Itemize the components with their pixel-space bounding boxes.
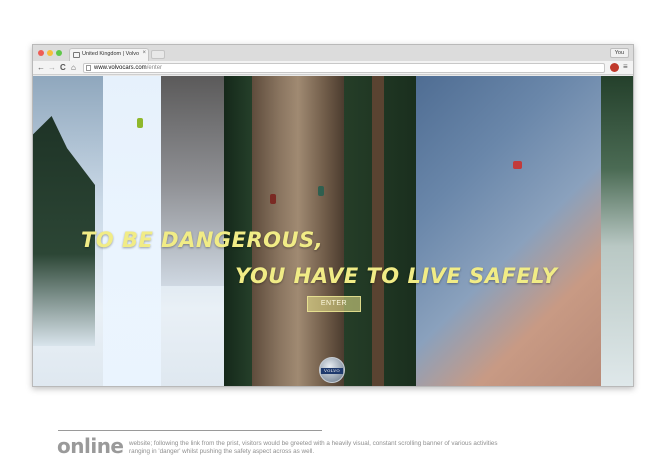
tree-climber-right <box>318 186 324 196</box>
caption-divider <box>58 430 322 431</box>
url-text: www.volvocars.com/enter <box>94 65 162 71</box>
ice-climber <box>137 118 143 128</box>
minimize-window-button[interactable] <box>47 50 53 56</box>
logo-text: VOLVO <box>324 368 340 373</box>
favicon-icon <box>73 52 80 58</box>
caption-label: online <box>57 434 124 458</box>
tree-trunk <box>372 76 384 386</box>
tab-title: United Kingdom | Volvo Ca <box>82 51 140 57</box>
page-icon <box>86 65 91 71</box>
reload-icon[interactable]: C <box>60 63 66 73</box>
new-tab-button[interactable] <box>151 50 165 59</box>
home-icon[interactable]: ⌂ <box>71 63 76 73</box>
url-path: /enter <box>146 65 163 71</box>
rock-face <box>161 76 224 286</box>
url-host: www.volvocars.com <box>94 65 147 71</box>
maximize-window-button[interactable] <box>56 50 62 56</box>
volvo-logo[interactable]: VOLVO <box>319 357 345 383</box>
enter-button[interactable]: ENTER <box>307 296 361 312</box>
web-page: TO BE DANGEROUS, YOU HAVE TO LIVE SAFELY… <box>33 76 633 386</box>
close-window-button[interactable] <box>38 50 44 56</box>
extension-icon[interactable] <box>610 63 619 72</box>
tab-volvo[interactable]: United Kingdom | Volvo Ca × <box>69 48 149 61</box>
waterfall-image <box>601 76 633 386</box>
user-profile-button[interactable]: You <box>609 48 629 58</box>
navigation-bar: ← → C ⌂ www.volvocars.com/enter ≡ <box>33 61 633 75</box>
forward-arrow-icon[interactable]: → <box>48 63 56 73</box>
caption-text: website; following the link from the pri… <box>129 440 498 455</box>
rock-climbers <box>513 161 522 169</box>
tree-climber-left <box>270 194 276 204</box>
tab-close-icon[interactable]: × <box>142 50 146 56</box>
logo-band: VOLVO <box>321 368 343 374</box>
address-bar[interactable]: www.volvocars.com/enter <box>83 63 605 73</box>
back-arrow-icon[interactable]: ← <box>37 63 45 73</box>
tab-bar: United Kingdom | Volvo Ca × You <box>33 45 633 61</box>
headline-line-1: TO BE DANGEROUS, <box>81 228 324 252</box>
rock-climbing-image <box>416 76 601 386</box>
menu-icon[interactable]: ≡ <box>623 62 628 71</box>
browser-window: United Kingdom | Volvo Ca × You ← → C ⌂ … <box>32 44 634 387</box>
headline-line-2: YOU HAVE TO LIVE SAFELY <box>235 264 558 288</box>
